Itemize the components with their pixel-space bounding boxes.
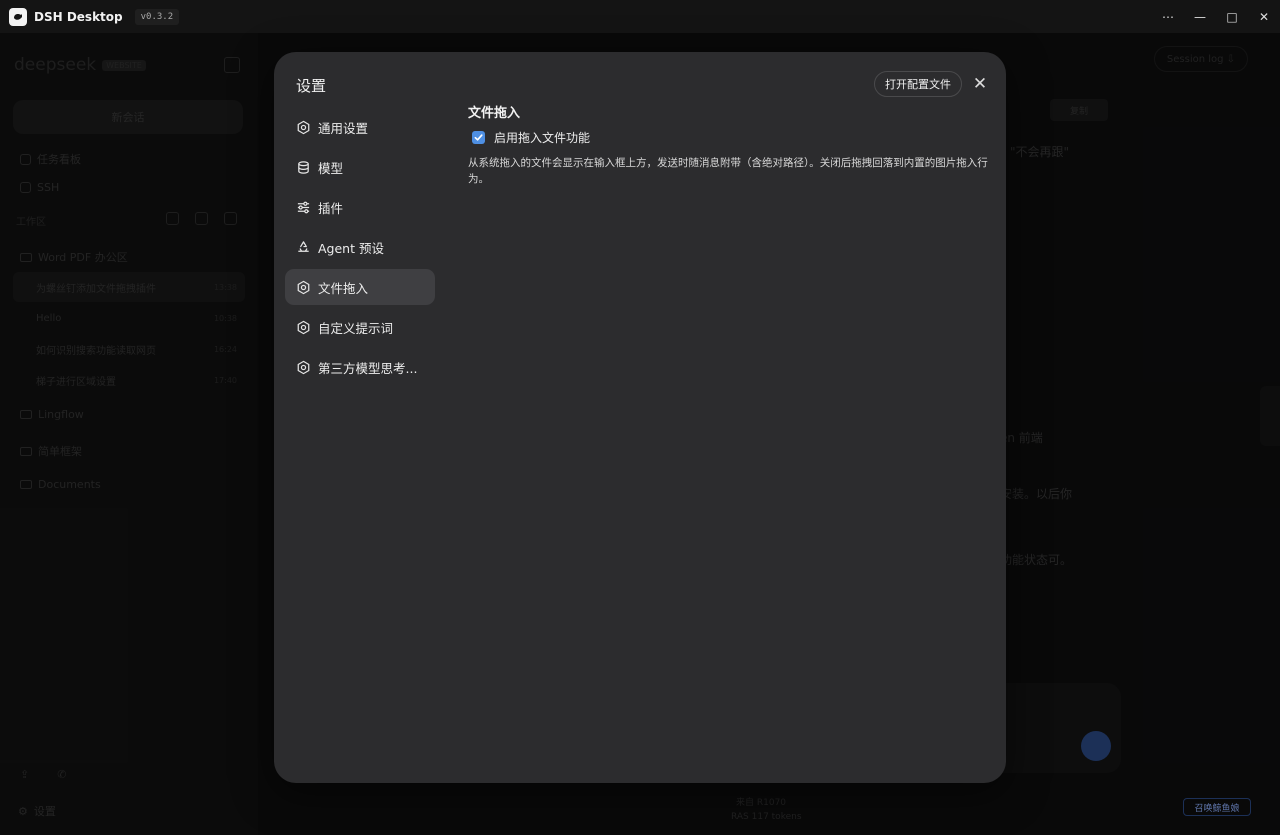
enable-file-drop-checkbox[interactable] bbox=[472, 131, 485, 144]
nav-plugins[interactable]: 插件 bbox=[285, 189, 435, 225]
title-bar: DSH Desktop v0.3.2 ⋯ — □ ✕ bbox=[0, 0, 1280, 33]
database-icon bbox=[295, 159, 311, 175]
app-title: DSH Desktop bbox=[34, 9, 123, 24]
section-title: 文件拖入 bbox=[468, 106, 521, 121]
nav-general[interactable]: 通用设置 bbox=[285, 109, 435, 145]
close-icon[interactable]: ✕ bbox=[970, 73, 990, 95]
gear-icon bbox=[295, 119, 311, 135]
more-button[interactable]: ⋯ bbox=[1152, 0, 1184, 33]
nav-custom-prompts[interactable]: 自定义提示词 bbox=[285, 309, 435, 345]
gear-icon bbox=[295, 279, 311, 295]
nav-label: 第三方模型思考... bbox=[318, 360, 418, 376]
settings-nav: 通用设置 模型 插件 Agent 预设 文件拖入 自定义提示词 第三方模型思考.… bbox=[285, 109, 435, 389]
recycle-icon bbox=[295, 239, 311, 255]
nav-model[interactable]: 模型 bbox=[285, 149, 435, 185]
enable-file-drop-row[interactable]: 启用拖入文件功能 bbox=[468, 129, 988, 146]
gear-icon bbox=[295, 359, 311, 375]
settings-modal: 设置 打开配置文件 ✕ 通用设置 模型 插件 Agent 预设 文件拖入 自定义… bbox=[274, 52, 1006, 783]
open-config-button[interactable]: 打开配置文件 bbox=[874, 71, 962, 97]
nav-label: 通用设置 bbox=[318, 120, 369, 136]
nav-agent-presets[interactable]: Agent 预设 bbox=[285, 229, 435, 265]
nav-label: 插件 bbox=[318, 200, 344, 216]
gear-icon bbox=[295, 319, 311, 335]
nav-file-drop[interactable]: 文件拖入 bbox=[285, 269, 435, 305]
maximize-button[interactable]: □ bbox=[1216, 0, 1248, 33]
modal-title: 设置 bbox=[296, 77, 327, 95]
nav-label: 模型 bbox=[318, 160, 344, 176]
window-close-button[interactable]: ✕ bbox=[1248, 0, 1280, 33]
checkbox-label: 启用拖入文件功能 bbox=[494, 131, 591, 145]
minimize-button[interactable]: — bbox=[1184, 0, 1216, 33]
app-logo-icon bbox=[9, 7, 27, 26]
section-description: 从系统拖入的文件会显示在输入框上方，发送时随消息附带（含绝对路径）。关闭后拖拽回… bbox=[468, 157, 988, 185]
sliders-icon bbox=[295, 199, 311, 215]
nav-third-party-thinking[interactable]: 第三方模型思考... bbox=[285, 349, 435, 385]
nav-label: 文件拖入 bbox=[318, 280, 369, 296]
nav-label: 自定义提示词 bbox=[318, 320, 394, 336]
nav-label: Agent 预设 bbox=[318, 240, 384, 256]
settings-content: 文件拖入 启用拖入文件功能 从系统拖入的文件会显示在输入框上方，发送时随消息附带… bbox=[468, 102, 988, 187]
version-badge: v0.3.2 bbox=[134, 8, 180, 25]
